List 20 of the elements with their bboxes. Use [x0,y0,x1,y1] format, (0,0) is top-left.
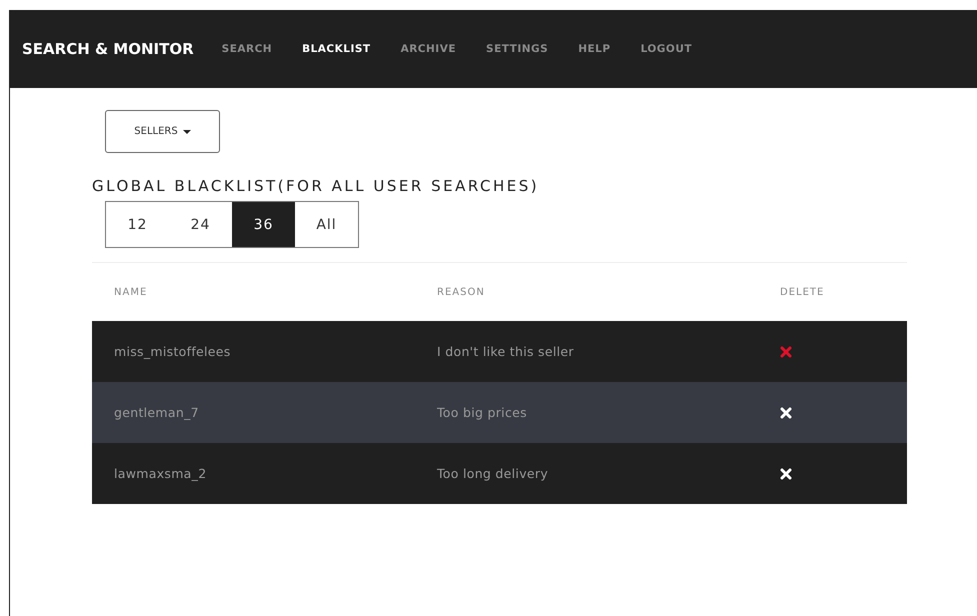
page-size-button[interactable]: 36 [232,202,295,247]
column-header: DELETE [779,286,824,298]
caret-icon [182,130,191,134]
section-title: GLOBAL BLACKLIST(FOR ALL USER SEARCHES) [92,177,540,195]
table-cell-text: I don't like this seller [436,344,575,359]
column-header: REASON [436,286,486,298]
brand-title[interactable]: SEARCH & MONITOR [22,40,194,58]
table-cell-text: gentleman_7 [113,405,200,420]
sellers-dropdown[interactable]: SELLERS [105,110,220,153]
nav-link[interactable]: BLACKLIST [302,43,371,55]
nav-link[interactable]: LOGOUT [640,43,692,55]
table-cell-text: Too big prices [436,405,528,420]
nav-link[interactable]: ARCHIVE [400,43,456,55]
table-cell-text: Too long delivery [436,466,550,481]
column-header: NAME [113,286,148,298]
table-cell-text: miss_mistoffelees [113,344,232,359]
table-cell-text: lawmaxsma_2 [113,466,208,481]
nav-link[interactable]: SETTINGS [486,43,548,55]
nav-link[interactable]: SEARCH [222,43,272,55]
nav-link[interactable]: HELP [578,43,611,55]
